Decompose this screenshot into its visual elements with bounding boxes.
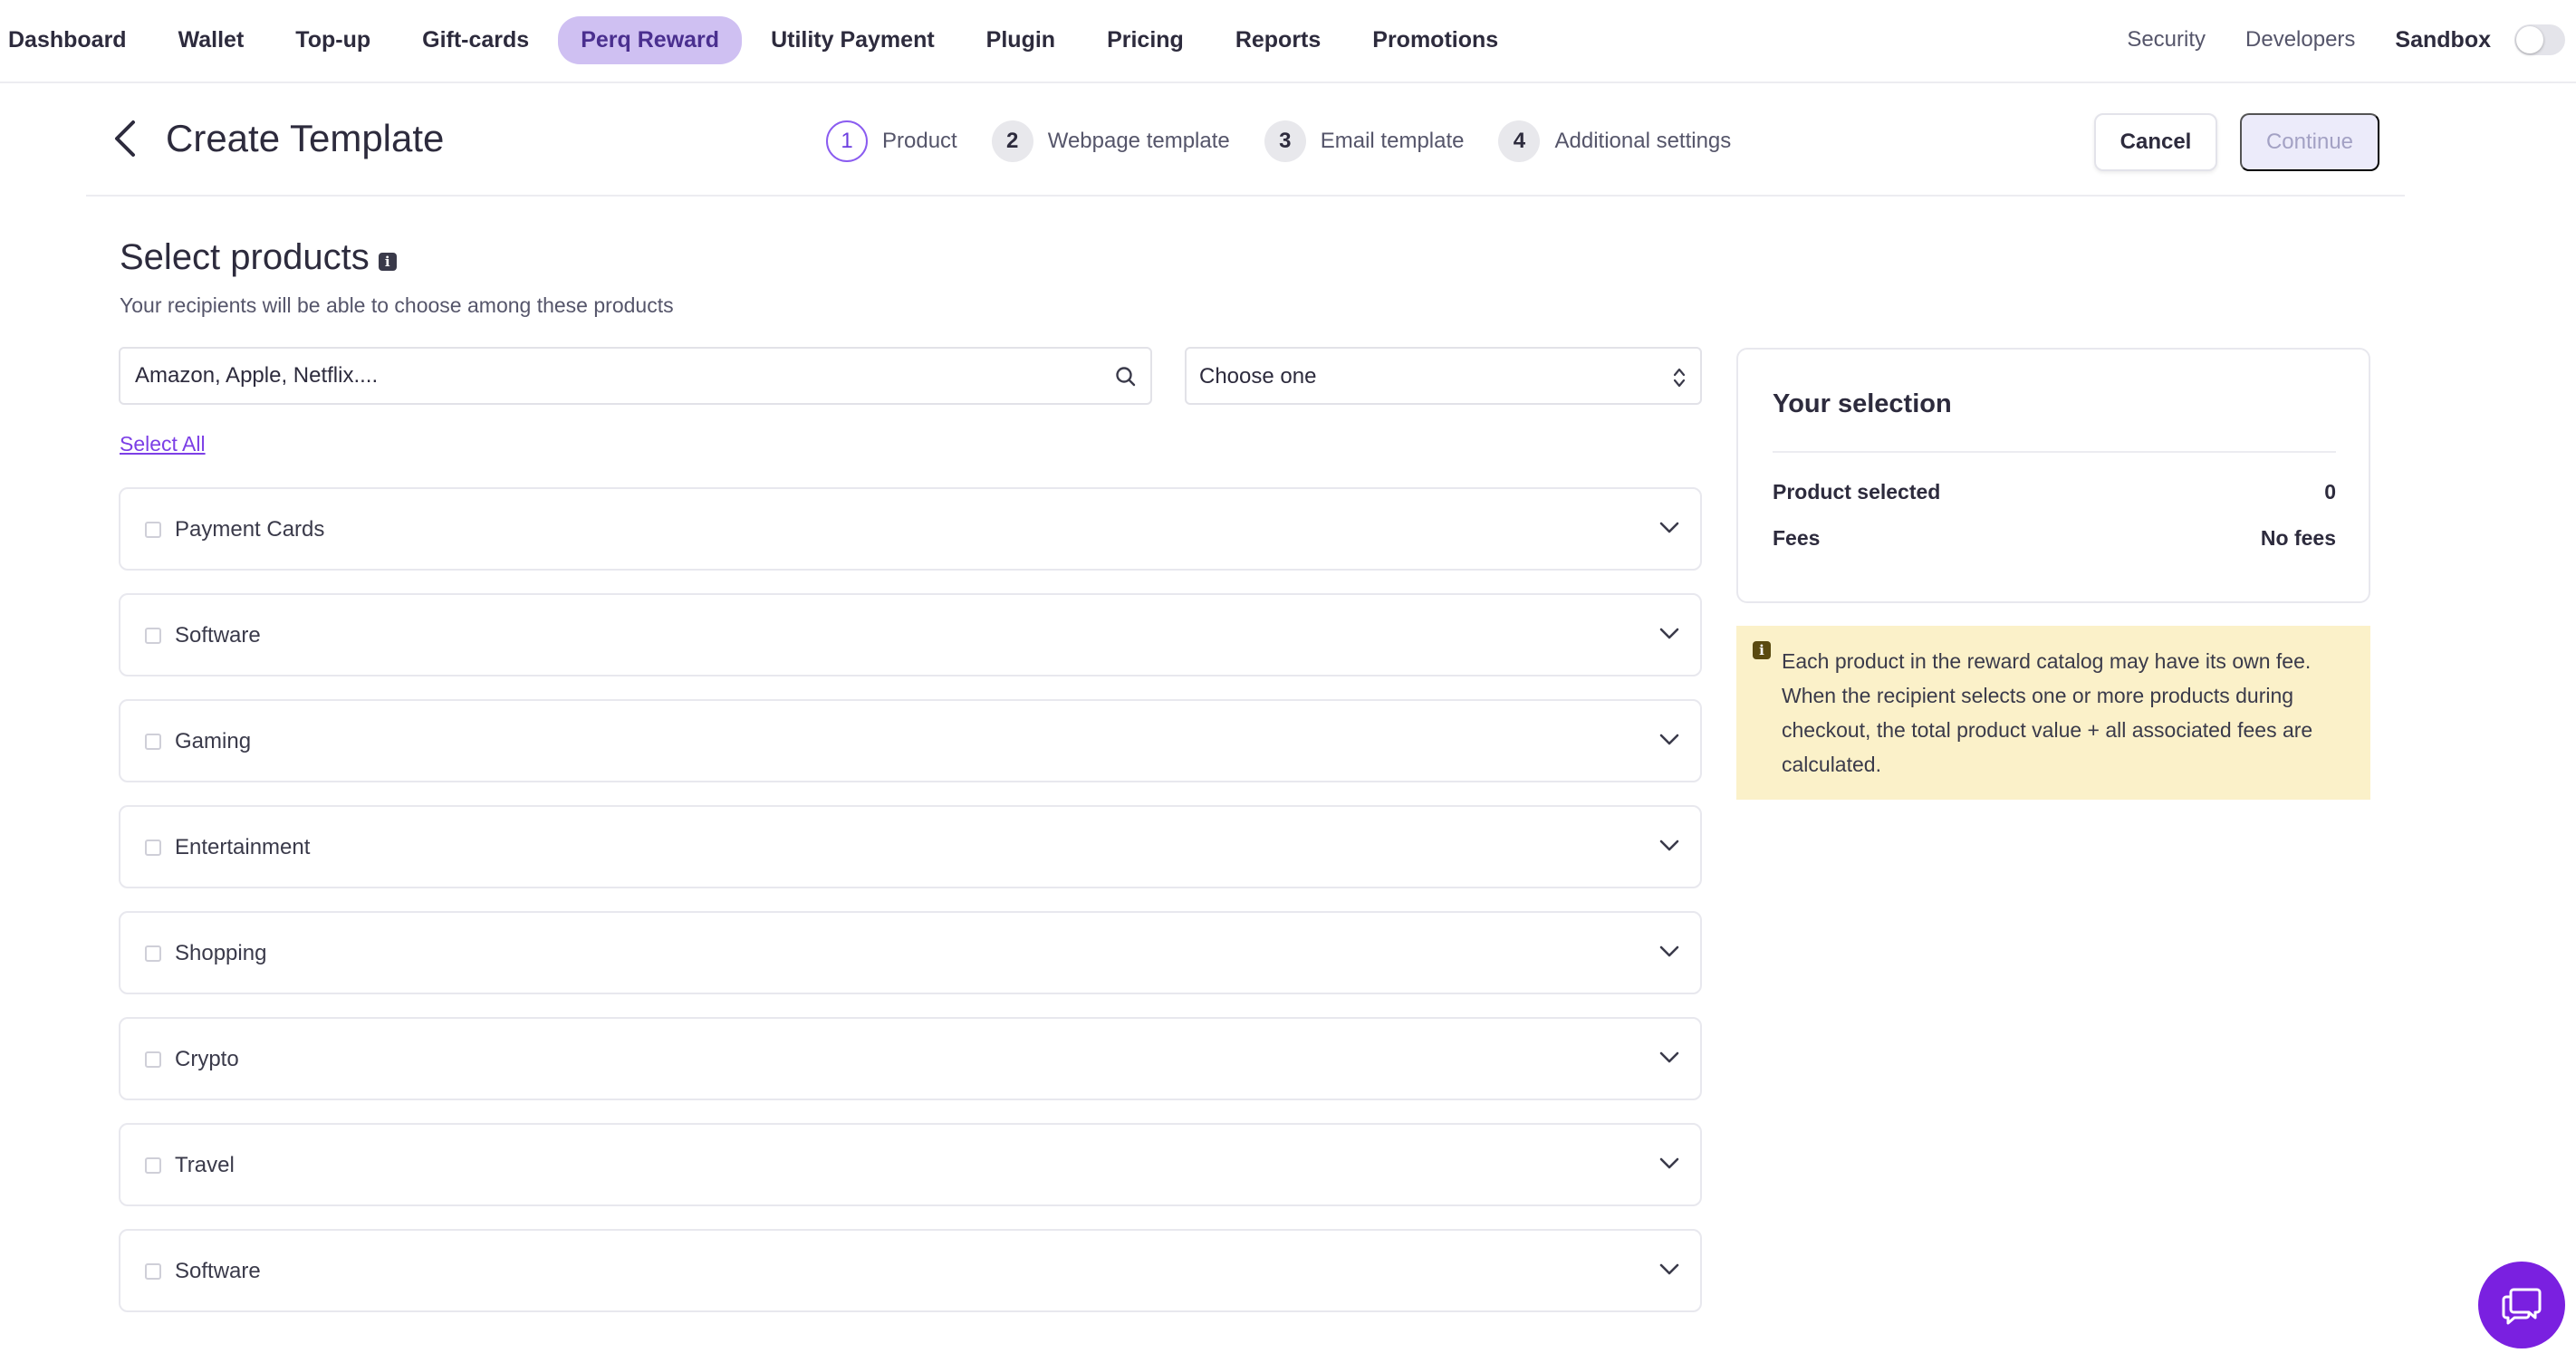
page-title: Create Template	[166, 117, 445, 159]
category-software-2[interactable]: Software	[119, 1229, 1702, 1312]
step-label: Webpage template	[1047, 129, 1230, 153]
category-checkbox[interactable]	[145, 522, 161, 538]
category-checkbox[interactable]	[145, 840, 161, 856]
step-number: 4	[1498, 120, 1541, 162]
divider	[1773, 451, 2336, 453]
stepper: 1 Product 2 Webpage template 3 Email tem…	[826, 120, 1765, 162]
fees-label: Fees	[1773, 526, 1821, 550]
sandbox-toggle[interactable]	[2514, 24, 2565, 55]
category-label: Gaming	[175, 729, 252, 753]
select-all-link[interactable]: Select All	[120, 432, 206, 456]
nav-item-reports[interactable]: Reports	[1213, 16, 1343, 64]
step-webpage-template[interactable]: 2 Webpage template	[991, 120, 1230, 162]
category-checkbox[interactable]	[145, 945, 161, 962]
security-link[interactable]: Security	[2127, 27, 2206, 53]
selection-title: Your selection	[1773, 389, 1952, 418]
chevron-down-icon	[1659, 840, 1679, 851]
product-selected-label: Product selected	[1773, 480, 1941, 504]
category-checkbox[interactable]	[145, 1263, 161, 1280]
sort-arrows-icon	[1673, 368, 1686, 388]
category-checkbox[interactable]	[145, 1157, 161, 1174]
developers-link[interactable]: Developers	[2245, 27, 2355, 53]
step-number: 3	[1264, 120, 1306, 162]
note-text: Each product in the reward catalog may h…	[1782, 649, 2313, 776]
section-title: Select products i	[120, 237, 397, 278]
page-header: Create Template 1 Product 2 Webpage temp…	[86, 84, 2405, 197]
category-entertainment[interactable]: Entertainment	[119, 805, 1702, 888]
nav-item-utility-payment[interactable]: Utility Payment	[748, 16, 957, 64]
main-menu: Dashboard Wallet Top-up Gift-cards Perq …	[0, 0, 1527, 80]
info-icon: i	[1753, 641, 1771, 659]
category-label: Shopping	[175, 941, 267, 965]
toggle-knob	[2516, 26, 2543, 53]
category-gaming[interactable]: Gaming	[119, 699, 1702, 782]
step-email-template[interactable]: 3 Email template	[1264, 120, 1465, 162]
search-input[interactable]	[135, 356, 1095, 396]
nav-item-plugin[interactable]: Plugin	[964, 16, 1078, 64]
category-payment-cards[interactable]: Payment Cards	[119, 487, 1702, 571]
chevron-down-icon	[1659, 1157, 1679, 1169]
nav-item-top-up[interactable]: Top-up	[273, 16, 393, 64]
category-crypto[interactable]: Crypto	[119, 1017, 1702, 1100]
step-number: 2	[991, 120, 1033, 162]
category-label: Travel	[175, 1153, 235, 1177]
chevron-down-icon	[1659, 734, 1679, 745]
product-search	[119, 347, 1152, 405]
nav-item-pricing[interactable]: Pricing	[1084, 16, 1206, 64]
category-software[interactable]: Software	[119, 593, 1702, 676]
category-checkbox[interactable]	[145, 1051, 161, 1068]
nav-item-promotions[interactable]: Promotions	[1350, 16, 1521, 64]
section-title-text: Select products	[120, 237, 370, 277]
nav-item-wallet[interactable]: Wallet	[156, 16, 267, 64]
sandbox-label: Sandbox	[2395, 26, 2491, 53]
nav-item-gift-cards[interactable]: Gift-cards	[399, 16, 552, 64]
section-subtitle: Your recipients will be able to choose a…	[120, 293, 674, 317]
product-selected-value: 0	[2324, 480, 2336, 504]
chevron-down-icon	[1659, 628, 1679, 639]
continue-button[interactable]: Continue	[2240, 113, 2379, 171]
step-label: Email template	[1320, 129, 1465, 153]
top-navigation: Dashboard Wallet Top-up Gift-cards Perq …	[0, 0, 2576, 83]
category-shopping[interactable]: Shopping	[119, 911, 1702, 994]
chat-button[interactable]	[2478, 1262, 2565, 1348]
chevron-down-icon	[1659, 522, 1679, 533]
step-product[interactable]: 1 Product	[826, 120, 957, 162]
category-select[interactable]: Choose one	[1185, 347, 1702, 405]
category-travel[interactable]: Travel	[119, 1123, 1702, 1206]
category-checkbox[interactable]	[145, 628, 161, 644]
fee-info-note: i Each product in the reward catalog may…	[1736, 626, 2370, 800]
chat-bubbles-icon	[2502, 1288, 2542, 1325]
chevron-down-icon	[1659, 1051, 1679, 1063]
nav-item-perq-reward[interactable]: Perq Reward	[558, 15, 743, 64]
step-additional-settings[interactable]: 4 Additional settings	[1498, 120, 1731, 162]
fees-row: Fees No fees	[1773, 526, 2336, 551]
category-label: Payment Cards	[175, 517, 325, 542]
category-label: Crypto	[175, 1047, 239, 1071]
category-checkbox[interactable]	[145, 734, 161, 750]
product-selected-row: Product selected 0	[1773, 480, 2336, 504]
search-icon[interactable]	[1114, 365, 1138, 389]
selection-summary-card: Your selection Product selected 0 Fees N…	[1736, 348, 2370, 603]
step-label: Additional settings	[1554, 129, 1732, 153]
cancel-button[interactable]: Cancel	[2094, 113, 2217, 171]
back-arrow-icon[interactable]	[111, 119, 139, 158]
utility-menu: Security Developers Sandbox	[2127, 0, 2576, 80]
category-label: Software	[175, 623, 261, 648]
info-icon[interactable]: i	[378, 252, 397, 271]
select-value: Choose one	[1199, 364, 1317, 389]
category-label: Software	[175, 1259, 261, 1283]
chevron-down-icon	[1659, 1263, 1679, 1275]
nav-item-dashboard[interactable]: Dashboard	[0, 16, 149, 64]
fees-value: No fees	[2260, 526, 2336, 550]
step-label: Product	[882, 129, 957, 153]
chevron-down-icon	[1659, 945, 1679, 957]
category-label: Entertainment	[175, 835, 311, 859]
step-number: 1	[826, 120, 868, 162]
